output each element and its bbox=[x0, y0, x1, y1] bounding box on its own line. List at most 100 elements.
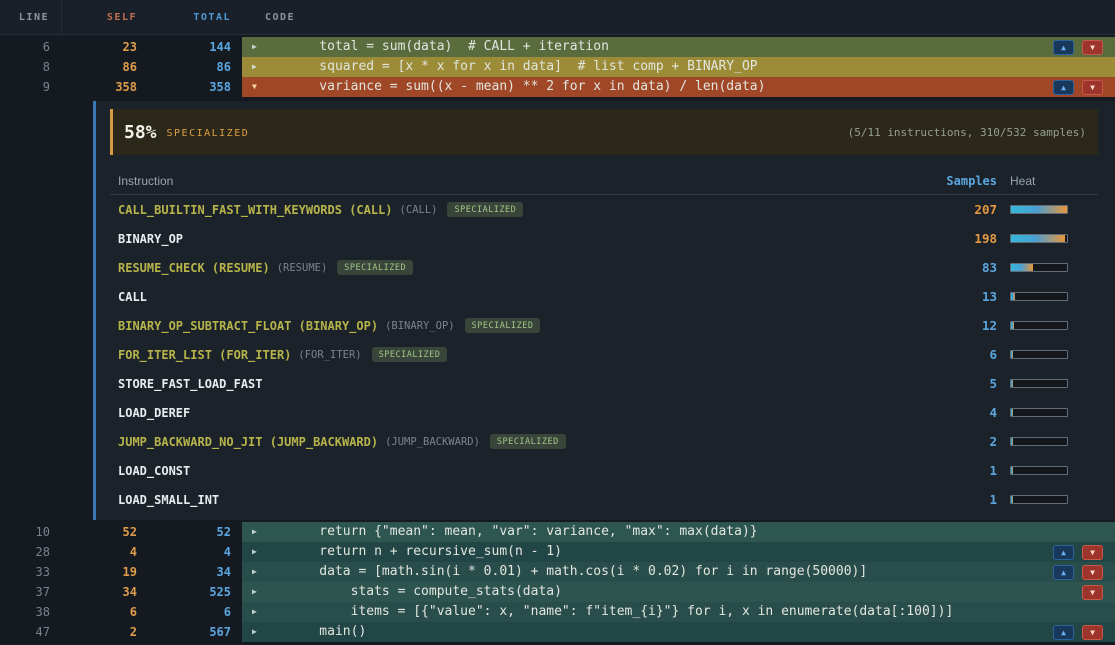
jump-down-button[interactable]: ▼ bbox=[1082, 40, 1103, 55]
code-text: squared = [x * x for x in data] # list c… bbox=[288, 57, 758, 77]
heat-bar-fill bbox=[1011, 496, 1013, 503]
expand-caret-icon[interactable]: ▶ bbox=[252, 57, 264, 77]
heat-cell bbox=[1010, 234, 1090, 243]
code-text: data = [math.sin(i * 0.01) + math.cos(i … bbox=[288, 562, 867, 582]
code-cell[interactable]: ▶ return n + recursive_sum(n - 1) ▲ ▼ bbox=[242, 542, 1115, 562]
col-header-code: CODE bbox=[237, 0, 1115, 34]
jump-down-button[interactable]: ▼ bbox=[1082, 585, 1103, 600]
instruction-samples: 6 bbox=[917, 347, 997, 362]
total-samples: 86 bbox=[142, 57, 237, 77]
panel-body: 58% SPECIALIZED (5/11 instructions, 310/… bbox=[96, 101, 1115, 520]
line-number: 9 bbox=[0, 77, 62, 97]
specialization-banner: 58% SPECIALIZED (5/11 instructions, 310/… bbox=[110, 109, 1098, 155]
expand-caret-icon[interactable]: ▶ bbox=[252, 582, 264, 602]
total-samples: 567 bbox=[142, 622, 237, 642]
jump-down-button[interactable]: ▼ bbox=[1082, 625, 1103, 640]
code-row-line-37: 37 34 525 ▶ stats = compute_stats(data) … bbox=[0, 582, 1115, 602]
instruction-samples: 12 bbox=[917, 318, 997, 333]
self-samples: 19 bbox=[62, 562, 142, 582]
code-cell[interactable]: ▶ main() ▲ ▼ bbox=[242, 622, 1115, 642]
col-header-self: SELF bbox=[62, 0, 142, 34]
code-cell[interactable]: ▶ items = [{"value": x, "name": f"item_{… bbox=[242, 602, 1115, 622]
instruction-row: BINARY_OP_SUBTRACT_FLOAT (BINARY_OP) (BI… bbox=[110, 311, 1098, 340]
code-row-line-10: 10 52 52 ▶ return {"mean": mean, "var": … bbox=[0, 522, 1115, 542]
row-nav-buttons: ▲ ▼ bbox=[1053, 625, 1103, 640]
instruction-samples: 1 bbox=[917, 492, 997, 507]
code-text: return n + recursive_sum(n - 1) bbox=[288, 542, 562, 562]
heat-bar-fill bbox=[1011, 467, 1013, 474]
total-samples: 4 bbox=[142, 542, 237, 562]
col-header-instruction: Instruction bbox=[118, 174, 173, 188]
instruction-base-opcode: (JUMP_BACKWARD) bbox=[385, 436, 480, 448]
code-row-line-33: 33 19 34 ▶ data = [math.sin(i * 0.01) + … bbox=[0, 562, 1115, 582]
expand-caret-icon[interactable]: ▶ bbox=[252, 37, 264, 57]
heat-cell bbox=[1010, 321, 1090, 330]
heat-bar-fill bbox=[1011, 322, 1014, 329]
specialized-badge: SPECIALIZED bbox=[337, 260, 413, 275]
heat-cell bbox=[1010, 292, 1090, 301]
heat-bar bbox=[1010, 379, 1068, 388]
heat-bar-fill bbox=[1011, 409, 1013, 416]
instruction-row: JUMP_BACKWARD_NO_JIT (JUMP_BACKWARD) (JU… bbox=[110, 427, 1098, 456]
code-cell[interactable]: ▼ variance = sum((x - mean) ** 2 for x i… bbox=[242, 77, 1115, 97]
heat-cell bbox=[1010, 437, 1090, 446]
col-header-total: TOTAL bbox=[142, 0, 237, 34]
line-number: 10 bbox=[0, 522, 62, 542]
instruction-samples: 5 bbox=[917, 376, 997, 391]
heat-bar-fill bbox=[1011, 206, 1067, 213]
expand-caret-icon[interactable]: ▶ bbox=[252, 622, 264, 642]
expand-caret-icon[interactable]: ▶ bbox=[252, 602, 264, 622]
code-cell[interactable]: ▶ stats = compute_stats(data) ▼ bbox=[242, 582, 1115, 602]
code-cell[interactable]: ▶ squared = [x * x for x in data] # list… bbox=[242, 57, 1115, 77]
line-number: 47 bbox=[0, 622, 62, 642]
instruction-base-opcode: (FOR_ITER) bbox=[298, 349, 361, 361]
code-row-line-28: 28 4 4 ▶ return n + recursive_sum(n - 1)… bbox=[0, 542, 1115, 562]
jump-up-button[interactable]: ▲ bbox=[1053, 40, 1074, 55]
expand-caret-icon[interactable]: ▶ bbox=[252, 562, 264, 582]
heat-bar bbox=[1010, 437, 1068, 446]
jump-down-button[interactable]: ▼ bbox=[1082, 545, 1103, 560]
self-samples: 6 bbox=[62, 602, 142, 622]
code-rows-top: 6 23 144 ▶ total = sum(data) # CALL + it… bbox=[0, 37, 1115, 97]
row-nav-buttons: ▲ ▼ bbox=[1053, 40, 1103, 55]
expand-caret-icon[interactable]: ▶ bbox=[252, 522, 264, 542]
line-number: 8 bbox=[0, 57, 62, 77]
specialization-panel: 58% SPECIALIZED (5/11 instructions, 310/… bbox=[0, 101, 1115, 520]
jump-up-button[interactable]: ▲ bbox=[1053, 80, 1074, 95]
jump-down-button[interactable]: ▼ bbox=[1082, 565, 1103, 580]
heat-bar-fill bbox=[1011, 235, 1065, 242]
heat-bar bbox=[1010, 292, 1068, 301]
total-samples: 6 bbox=[142, 602, 237, 622]
code-row-line-38: 38 6 6 ▶ items = [{"value": x, "name": f… bbox=[0, 602, 1115, 622]
total-samples: 525 bbox=[142, 582, 237, 602]
specialized-badge: SPECIALIZED bbox=[447, 202, 523, 217]
expand-caret-icon[interactable]: ▶ bbox=[252, 542, 264, 562]
instruction-row: STORE_FAST_LOAD_FAST 5 bbox=[110, 369, 1098, 398]
jump-up-button[interactable]: ▲ bbox=[1053, 545, 1074, 560]
jump-up-button[interactable]: ▲ bbox=[1053, 565, 1074, 580]
collapse-caret-icon[interactable]: ▼ bbox=[252, 77, 264, 97]
self-samples: 86 bbox=[62, 57, 142, 77]
heat-cell bbox=[1010, 495, 1090, 504]
instruction-row: LOAD_SMALL_INT 1 bbox=[110, 485, 1098, 514]
line-number: 28 bbox=[0, 542, 62, 562]
code-cell[interactable]: ▶ data = [math.sin(i * 0.01) + math.cos(… bbox=[242, 562, 1115, 582]
heat-bar-fill bbox=[1011, 293, 1015, 300]
row-nav-buttons: ▲ ▼ bbox=[1053, 80, 1103, 95]
code-cell[interactable]: ▶ total = sum(data) # CALL + iteration ▲… bbox=[242, 37, 1115, 57]
instruction-row: CALL_BUILTIN_FAST_WITH_KEYWORDS (CALL) (… bbox=[110, 195, 1098, 224]
instruction-samples: 2 bbox=[917, 434, 997, 449]
jump-down-button[interactable]: ▼ bbox=[1082, 80, 1103, 95]
heat-cell bbox=[1010, 205, 1090, 214]
instruction-row: FOR_ITER_LIST (FOR_ITER) (FOR_ITER) SPEC… bbox=[110, 340, 1098, 369]
instruction-name: CALL bbox=[118, 290, 147, 304]
specialized-badge: SPECIALIZED bbox=[465, 318, 541, 333]
instruction-table: Instruction Samples Heat CALL_BUILTIN_FA… bbox=[110, 167, 1098, 514]
code-cell[interactable]: ▶ return {"mean": mean, "var": variance,… bbox=[242, 522, 1115, 542]
col-header-line: LINE bbox=[0, 0, 62, 34]
instruction-name: LOAD_CONST bbox=[118, 464, 190, 478]
jump-up-button[interactable]: ▲ bbox=[1053, 625, 1074, 640]
profiler-app: LINE SELF TOTAL CODE 6 23 144 ▶ total = … bbox=[0, 0, 1115, 645]
heat-bar-fill bbox=[1011, 264, 1033, 271]
col-header-heat: Heat bbox=[1010, 174, 1090, 188]
